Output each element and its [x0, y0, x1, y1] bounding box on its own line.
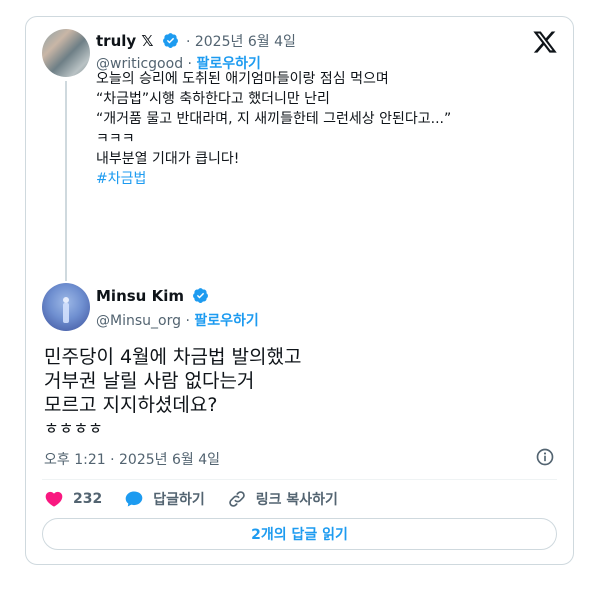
read-replies-button[interactable]: 2개의 답글 읽기 — [42, 518, 557, 550]
action-bar: 232 답글하기 링크 복사하기 — [44, 487, 360, 511]
author-handle[interactable]: @Minsu_org — [96, 313, 181, 329]
hashtag-link[interactable]: #차금법 — [96, 169, 536, 189]
copy-link-label: 링크 복사하기 — [255, 492, 338, 508]
post-line: 오늘의 승리에 도취된 애기엄마들이랑 점심 먹으며 — [96, 71, 389, 87]
copy-link-button[interactable]: 링크 복사하기 — [227, 489, 338, 509]
post-line: 모르고 지지하셨데요? — [44, 394, 218, 416]
reply-bubble-icon — [125, 491, 143, 507]
info-icon[interactable] — [535, 447, 555, 467]
avatar-minsu-kim[interactable] — [42, 283, 90, 331]
post-line: ㅎㅎㅎㅎ — [44, 419, 103, 438]
author-name-minsu[interactable]: Minsu Kim — [96, 287, 209, 305]
verified-badge-icon — [193, 288, 209, 303]
like-count: 232 — [73, 491, 103, 507]
author-name-text: truly — [96, 32, 137, 50]
post-line: 거부권 날릴 사람 없다는거 — [44, 370, 255, 392]
read-replies-label: 2개의 답글 읽기 — [251, 527, 348, 543]
post-date[interactable]: · 2025년 6월 4일 — [186, 34, 296, 50]
author-handle-row: @Minsu_org · 팔로우하기 — [96, 310, 259, 330]
main-post-text: 민주당이 4월에 차금법 발의했고 거부권 날릴 사람 없다는거 모르고 지지하… — [44, 345, 301, 441]
follow-button[interactable]: 팔로우하기 — [194, 313, 258, 329]
verified-badge-icon — [162, 33, 178, 48]
avatar-figure-image — [63, 297, 69, 323]
post-timestamp[interactable]: 오후 1:21 · 2025년 6월 4일 — [44, 449, 220, 469]
post-line: “개거품 물고 반대라며, 지 새끼들한테 그런세상 안된다고...” — [96, 111, 452, 127]
link-icon — [228, 491, 245, 507]
like-button[interactable]: 232 — [44, 489, 102, 509]
x-logo-icon[interactable] — [532, 29, 558, 55]
avatar-truly[interactable] — [42, 29, 90, 77]
reply-label: 답글하기 — [153, 492, 205, 508]
heart-icon — [45, 491, 63, 507]
reply-button[interactable]: 답글하기 — [124, 489, 205, 509]
embedded-tweet-card: truly 𝕏 · 2025년 6월 4일 @writicgood · 팔로우하… — [25, 16, 574, 565]
author-name-suffix: 𝕏 — [141, 32, 154, 50]
divider — [42, 479, 557, 480]
thread-connector-line — [65, 81, 67, 281]
post-line: 내부분열 기대가 큽니다! — [96, 151, 240, 167]
quoted-post-text: 오늘의 승리에 도취된 애기엄마들이랑 점심 먹으며 “차금법”시행 축하한다고… — [96, 69, 536, 189]
post-line: “차금법”시행 축하한다고 했더니만 난리 — [96, 91, 330, 107]
post-line: ㅋㅋㅋ — [96, 131, 135, 147]
author-name-text: Minsu Kim — [96, 287, 184, 305]
separator-dot: · — [185, 313, 195, 329]
author-name-truly[interactable]: truly 𝕏 · 2025년 6월 4일 — [96, 31, 296, 51]
post-line: 민주당이 4월에 차금법 발의했고 — [44, 346, 302, 368]
